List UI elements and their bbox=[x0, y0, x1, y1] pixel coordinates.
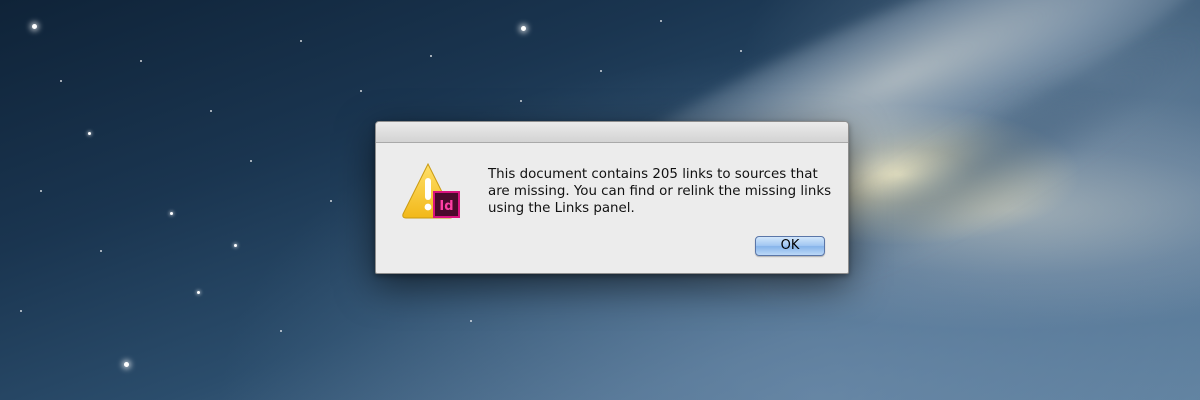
star bbox=[280, 330, 282, 332]
star bbox=[250, 160, 252, 162]
ok-button[interactable]: OK bbox=[755, 236, 825, 256]
star bbox=[360, 90, 362, 92]
star bbox=[600, 70, 602, 72]
star bbox=[234, 244, 237, 247]
star bbox=[660, 20, 662, 22]
star bbox=[470, 320, 472, 322]
star bbox=[430, 55, 432, 57]
star bbox=[170, 212, 173, 215]
star bbox=[197, 291, 200, 294]
star bbox=[140, 60, 142, 62]
app-badge-label: Id bbox=[439, 199, 453, 214]
star bbox=[740, 50, 742, 52]
star bbox=[20, 310, 22, 312]
alert-message: This document contains 205 links to sour… bbox=[488, 167, 832, 216]
star bbox=[330, 200, 332, 202]
missing-links-alert-dialog: Id This document contains 205 links to s… bbox=[375, 121, 849, 274]
star bbox=[520, 100, 522, 102]
star bbox=[210, 110, 212, 112]
star bbox=[32, 24, 37, 29]
dialog-titlebar[interactable] bbox=[376, 122, 848, 143]
star bbox=[124, 362, 129, 367]
star bbox=[60, 80, 62, 82]
star bbox=[100, 250, 102, 252]
star bbox=[300, 40, 302, 42]
warning-indesign-icon: Id bbox=[402, 162, 460, 219]
star bbox=[521, 26, 526, 31]
star bbox=[40, 190, 42, 192]
star bbox=[88, 132, 91, 135]
